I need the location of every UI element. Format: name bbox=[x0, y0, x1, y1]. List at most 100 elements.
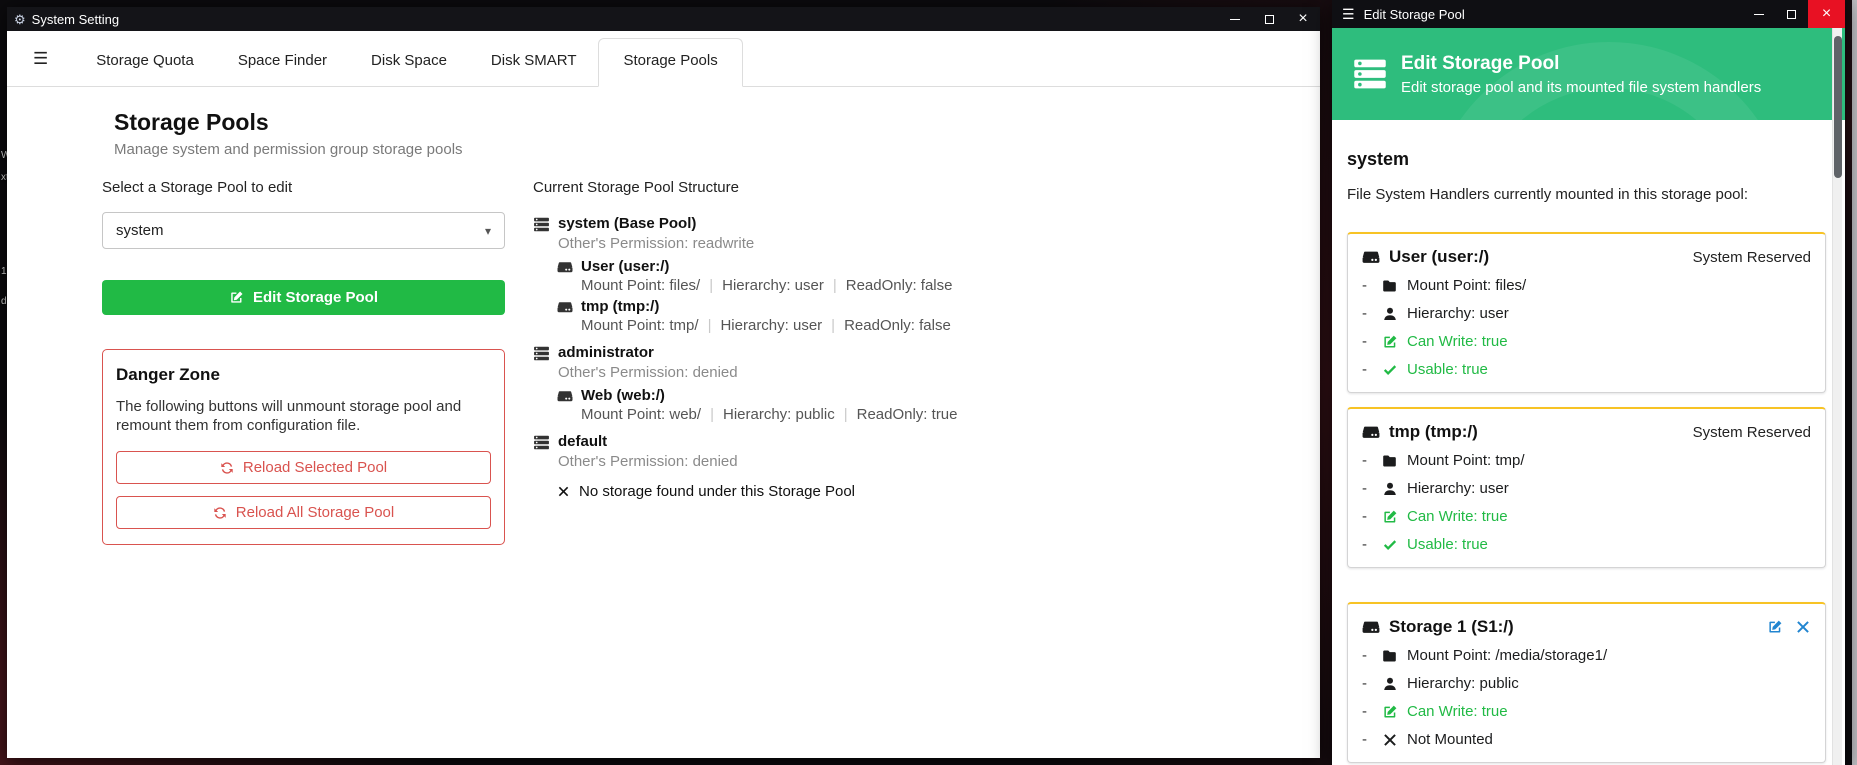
system-reserved-label: System Reserved bbox=[1693, 249, 1811, 266]
dash: - bbox=[1362, 647, 1368, 665]
minimize-button[interactable] bbox=[1742, 0, 1775, 28]
property-text: Usable: true bbox=[1407, 536, 1488, 554]
property-text: Mount Point: files/ bbox=[1407, 277, 1526, 295]
drive-icon bbox=[1362, 248, 1380, 266]
pool-name: default bbox=[558, 433, 607, 451]
edit-pool-content: system File System Handlers currently mo… bbox=[1332, 120, 1845, 763]
storage-details: Mount Point: web/|Hierarchy: public|Read… bbox=[581, 406, 1273, 424]
window-controls: × bbox=[1742, 0, 1845, 28]
storage-name-row: tmp (tmp:/) bbox=[557, 298, 1273, 316]
fs-handler-cards: User (user:/)System Reserved-Mount Point… bbox=[1347, 232, 1826, 763]
property-row: -Hierarchy: user bbox=[1362, 480, 1811, 498]
dash: - bbox=[1362, 536, 1368, 554]
banner-title: Edit Storage Pool bbox=[1401, 53, 1761, 75]
drive-icon bbox=[557, 259, 573, 275]
tab-disk-smart[interactable]: Disk SMART bbox=[469, 52, 599, 86]
tab-space-finder[interactable]: Space Finder bbox=[216, 52, 349, 86]
card-header: Storage 1 (S1:/) bbox=[1362, 617, 1811, 637]
remove-handler-button[interactable] bbox=[1795, 619, 1811, 635]
edit-storage-pool-button-label: Edit Storage Pool bbox=[253, 289, 378, 306]
property-row: -Can Write: true bbox=[1362, 703, 1811, 721]
tab-disk-space[interactable]: Disk Space bbox=[349, 52, 469, 86]
banner-text: Edit Storage Pool Edit storage pool and … bbox=[1401, 53, 1761, 96]
storage-detail: Mount Point: tmp/ bbox=[581, 317, 699, 334]
empty-pool-row: No storage found under this Storage Pool bbox=[557, 483, 1273, 500]
cross-icon bbox=[1382, 732, 1398, 748]
drive-icon bbox=[557, 388, 573, 404]
pool-name-row: default bbox=[533, 433, 1273, 451]
storage-pool-item: default Other's Permission: denied No stor… bbox=[533, 433, 1273, 500]
pool-name-heading: system bbox=[1347, 149, 1826, 170]
user-icon bbox=[1382, 306, 1398, 322]
desktop-icon-label-fragment: d bbox=[1, 296, 7, 307]
danger-zone-title: Danger Zone bbox=[116, 365, 491, 385]
property-row: -Mount Point: tmp/ bbox=[1362, 452, 1811, 470]
storage-detail: ReadOnly: true bbox=[857, 406, 958, 423]
pool-name-row: administrator bbox=[533, 344, 1273, 362]
menu-icon: ☰ bbox=[1342, 7, 1355, 21]
maximize-button[interactable] bbox=[1252, 7, 1286, 31]
card-header: tmp (tmp:/)System Reserved bbox=[1362, 422, 1811, 442]
pool-permission: Other's Permission: denied bbox=[558, 453, 1273, 471]
dash: - bbox=[1362, 361, 1368, 379]
edit-storage-pool-window: ☰ Edit Storage Pool × Edit Storage Pool … bbox=[1332, 0, 1845, 765]
storage-detail: Hierarchy: user bbox=[722, 277, 824, 294]
system-setting-content: Storage Pools Manage system and permissi… bbox=[7, 87, 1320, 758]
system-reserved-label: System Reserved bbox=[1693, 424, 1811, 441]
minimize-icon bbox=[1230, 19, 1240, 20]
storage-pool-select[interactable]: system ▾ bbox=[102, 212, 505, 249]
scrollbar-thumb[interactable] bbox=[1834, 36, 1842, 178]
mounted-storage-item: User (user:/)Mount Point: files/|Hierarc… bbox=[557, 258, 1273, 295]
storage-detail: Hierarchy: user bbox=[720, 317, 822, 334]
reload-selected-pool-button[interactable]: Reload Selected Pool bbox=[116, 451, 491, 484]
handler-name: Storage 1 (S1:/) bbox=[1389, 617, 1514, 637]
separator: | bbox=[709, 277, 713, 294]
edit-icon bbox=[1382, 704, 1398, 720]
property-text: Not Mounted bbox=[1407, 731, 1493, 749]
separator: | bbox=[844, 406, 848, 423]
separator: | bbox=[708, 317, 712, 334]
edit-icon bbox=[1382, 509, 1398, 525]
edit-handler-button[interactable] bbox=[1767, 619, 1783, 635]
close-button[interactable]: × bbox=[1808, 0, 1845, 28]
pool-permission: Other's Permission: readwrite bbox=[558, 235, 1273, 253]
folder-icon bbox=[1382, 278, 1398, 294]
property-text: Can Write: true bbox=[1407, 333, 1508, 351]
property-text: Hierarchy: public bbox=[1407, 675, 1519, 693]
page-header: Storage Pools Manage system and permissi… bbox=[114, 109, 463, 158]
desktop-right-edge bbox=[1852, 0, 1857, 765]
tab-bar: ☰ Storage QuotaSpace FinderDisk SpaceDis… bbox=[7, 31, 1320, 87]
edit-storage-pool-button[interactable]: Edit Storage Pool bbox=[102, 280, 505, 315]
menu-icon[interactable]: ☰ bbox=[33, 49, 48, 69]
select-pool-label: Select a Storage Pool to edit bbox=[102, 179, 505, 196]
tab-storage-pools[interactable]: Storage Pools bbox=[598, 38, 742, 87]
close-icon: × bbox=[1298, 11, 1307, 27]
user-icon bbox=[1382, 481, 1398, 497]
close-button[interactable]: × bbox=[1286, 7, 1320, 31]
property-text: Mount Point: tmp/ bbox=[1407, 452, 1525, 470]
window-title: System Setting bbox=[32, 12, 119, 27]
maximize-button[interactable] bbox=[1775, 0, 1808, 28]
system-setting-titlebar[interactable]: ⚙ System Setting × bbox=[7, 7, 1320, 31]
mounted-storage-item: Web (web:/)Mount Point: web/|Hierarchy: … bbox=[557, 387, 1273, 424]
edit-storage-pool-titlebar[interactable]: ☰ Edit Storage Pool × bbox=[1332, 0, 1845, 28]
structure-label: Current Storage Pool Structure bbox=[533, 179, 1273, 196]
danger-zone: Danger Zone The following buttons will u… bbox=[102, 349, 505, 545]
dash: - bbox=[1362, 703, 1368, 721]
storage-details: Mount Point: tmp/|Hierarchy: user|ReadOn… bbox=[581, 317, 1273, 335]
pool-selector-column: Select a Storage Pool to edit system ▾ E… bbox=[102, 179, 505, 545]
server-icon bbox=[533, 345, 550, 362]
scrollbar[interactable] bbox=[1832, 28, 1842, 765]
storage-detail: ReadOnly: false bbox=[846, 277, 953, 294]
property-text: Usable: true bbox=[1407, 361, 1488, 379]
server-icon bbox=[533, 434, 550, 451]
storage-name: Web (web:/) bbox=[581, 387, 665, 405]
storage-detail: Hierarchy: public bbox=[723, 406, 835, 423]
handler-name: User (user:/) bbox=[1389, 247, 1489, 267]
dash: - bbox=[1362, 305, 1368, 323]
minimize-button[interactable] bbox=[1218, 7, 1252, 31]
reload-all-storage-pool-button[interactable]: Reload All Storage Pool bbox=[116, 496, 491, 529]
tab-storage-quota[interactable]: Storage Quota bbox=[74, 52, 216, 86]
empty-pool-label: No storage found under this Storage Pool bbox=[579, 483, 855, 500]
property-text: Hierarchy: user bbox=[1407, 480, 1509, 498]
